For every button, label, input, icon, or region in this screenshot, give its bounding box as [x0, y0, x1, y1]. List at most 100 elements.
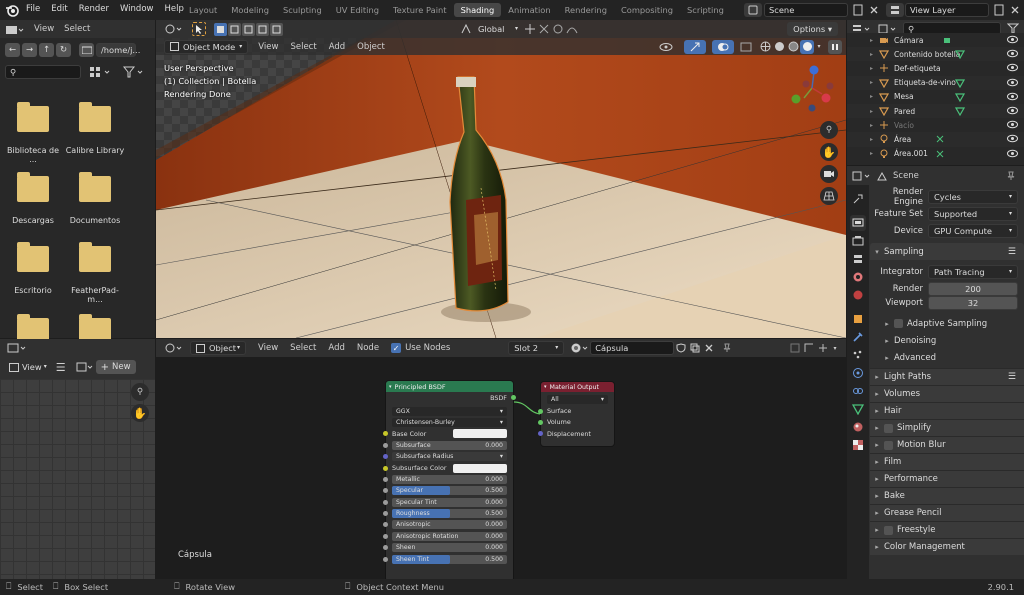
input-socket[interactable] — [383, 522, 388, 528]
input-socket[interactable] — [383, 431, 388, 437]
solid-shading-icon[interactable] — [772, 40, 786, 54]
file-item[interactable]: Biblioteca de ... — [2, 102, 64, 164]
delete-scene-icon[interactable] — [867, 3, 881, 17]
snap-icon[interactable] — [537, 22, 551, 36]
editor-type-3d-icon[interactable] — [164, 22, 184, 36]
data-tab-icon[interactable] — [850, 401, 866, 417]
outliner-row[interactable]: ▸ Área.001 — [847, 146, 1024, 161]
properties-pin-icon[interactable] — [1004, 169, 1018, 182]
visibility-eye-icon[interactable] — [1007, 92, 1018, 101]
view-layer-browse-icon[interactable] — [886, 3, 904, 17]
file-item[interactable]: FeatherPad-m... — [64, 242, 126, 304]
forward-arrow-icon[interactable]: → — [22, 43, 37, 57]
outliner-row[interactable]: ▸ Def-etiqueta — [847, 61, 1024, 76]
specular-slider[interactable]: Specular 0.500 — [392, 486, 507, 496]
outliner-row[interactable]: ▸ Área — [847, 132, 1024, 147]
properties-section-header[interactable]: ▸ Performance — [870, 470, 1024, 487]
tree-expand-icon[interactable]: ▸ — [847, 51, 873, 58]
scene-tab-icon[interactable] — [850, 269, 866, 285]
tab-layout[interactable]: Layout — [182, 3, 224, 17]
file-item[interactable]: Documentos — [64, 172, 126, 225]
camera-view-icon[interactable] — [820, 165, 838, 183]
physics-tab-icon[interactable] — [850, 365, 866, 381]
render-engine-dropdown[interactable]: Cycles ▾ — [928, 189, 1018, 204]
node-editor-panel[interactable]: Object ▾ View Select Add Node ✓ Use Nodes … — [156, 339, 846, 579]
delete-view-layer-icon[interactable] — [1008, 3, 1022, 17]
outliner-item-label[interactable]: Contenido botella — [894, 50, 960, 59]
new-folder-icon[interactable] — [79, 43, 94, 57]
file-item[interactable]: Escritorio — [2, 242, 64, 295]
object-mode-dropdown[interactable]: Object Mode ▾ — [164, 39, 249, 54]
menu-edit[interactable]: Edit — [51, 4, 67, 14]
new-image-button[interactable]: + New — [95, 360, 136, 374]
file-menu-select[interactable]: Select — [64, 24, 90, 34]
menu-help[interactable]: Help — [164, 4, 183, 14]
pivot-icon[interactable] — [523, 22, 537, 36]
denoising-subsection[interactable]: ▸ Denoising — [870, 332, 1024, 349]
scene-browse-icon[interactable] — [744, 3, 762, 17]
subsurface-method-dropdown[interactable]: Christensen-Burley ▾ — [392, 417, 507, 427]
principled-bsdf-node[interactable]: ▾ Principled BSDF BSDF GGX ▾ Christensen-B… — [383, 381, 516, 579]
image-browse-icon[interactable] — [76, 360, 94, 374]
zoom-icon[interactable]: ⚲ — [131, 383, 149, 401]
tab-modeling[interactable]: Modeling — [224, 3, 276, 17]
render-samples-field[interactable]: 200 — [928, 281, 1018, 296]
input-socket[interactable] — [383, 556, 388, 562]
select-subtract-icon[interactable] — [242, 22, 255, 36]
properties-section-header[interactable]: ▸ Light Paths ☰ — [870, 368, 1024, 385]
adaptive-sampling-checkbox[interactable] — [894, 319, 903, 328]
tree-expand-icon[interactable]: ▸ — [847, 136, 873, 143]
select-invert-icon[interactable] — [256, 22, 269, 36]
section-enable-checkbox[interactable] — [884, 440, 893, 450]
editor-type-folder-icon[interactable] — [4, 23, 26, 36]
shading-options-icon[interactable]: ▾ — [814, 40, 824, 54]
modifiers-tab-icon[interactable] — [850, 329, 866, 345]
surface-socket[interactable] — [538, 408, 543, 414]
visibility-eye-icon[interactable] — [1007, 49, 1018, 58]
tab-compositing[interactable]: Compositing — [614, 3, 680, 17]
rendered-shading-icon[interactable] — [800, 39, 814, 54]
perspective-toggle-icon[interactable] — [820, 187, 838, 205]
image-view-menu-icon[interactable]: ☰ — [56, 361, 66, 374]
input-socket[interactable] — [383, 545, 388, 551]
file-path-field[interactable]: /home/j... — [96, 43, 140, 57]
outliner-row[interactable]: ▸ Contenido botella — [847, 47, 1024, 62]
subsurface-color-swatch[interactable] — [453, 463, 507, 473]
editor-type-properties-icon[interactable] — [851, 169, 873, 182]
3d-viewport[interactable]: Global ▾ Options ▾ Object Mode ▾ View Sele… — [156, 20, 846, 338]
adaptive-sampling-subsection[interactable]: ▸ Adaptive Sampling — [870, 315, 1024, 332]
overlays-toggle-icon[interactable] — [712, 39, 734, 54]
outliner-row[interactable]: ▸ Cámara — [847, 33, 1024, 48]
outliner-row[interactable]: ▸ Vacío — [847, 118, 1024, 133]
menu-file[interactable]: File — [26, 4, 40, 14]
render-tab-icon[interactable] — [850, 215, 866, 231]
integrator-dropdown[interactable]: Path Tracing ▾ — [928, 264, 1018, 279]
viewport-menu-add[interactable]: Add — [329, 42, 345, 52]
section-enable-checkbox[interactable] — [884, 423, 893, 433]
refresh-icon[interactable]: ↻ — [56, 43, 71, 57]
navigation-gizmo[interactable] — [786, 62, 838, 114]
device-dropdown[interactable]: GPU Compute ▾ — [928, 223, 1018, 238]
tab-shading[interactable]: Shading — [453, 3, 502, 17]
metallic-slider[interactable]: Metallic 0.000 — [392, 474, 507, 484]
input-socket[interactable] — [383, 511, 388, 517]
properties-section-header[interactable]: ▸ Volumes — [870, 385, 1024, 402]
section-enable-checkbox[interactable] — [884, 525, 893, 535]
node-header[interactable]: ▾ Material Output — [541, 382, 614, 392]
displacement-socket[interactable] — [538, 431, 543, 437]
file-item[interactable]: Calibre Library — [64, 102, 126, 155]
tree-expand-icon[interactable]: ▸ — [847, 93, 873, 100]
visibility-eye-icon[interactable] — [1007, 134, 1018, 143]
outliner-item-label[interactable]: Def-etiqueta — [894, 64, 941, 73]
viewport-menu-view[interactable]: View — [258, 42, 278, 52]
viewport-menu-select[interactable]: Select — [290, 42, 316, 52]
viewport-options-dropdown[interactable]: Options ▾ — [787, 22, 838, 36]
input-socket[interactable] — [383, 476, 388, 482]
new-scene-icon[interactable] — [851, 3, 865, 17]
visibility-eye-icon[interactable] — [1007, 120, 1018, 129]
select-tool-icon[interactable] — [192, 22, 206, 36]
input-socket[interactable] — [383, 465, 388, 471]
editor-type-image-icon[interactable] — [6, 341, 28, 355]
visibility-eye-icon[interactable] — [1007, 78, 1018, 87]
outliner-item-label[interactable]: Vacío — [894, 121, 914, 130]
